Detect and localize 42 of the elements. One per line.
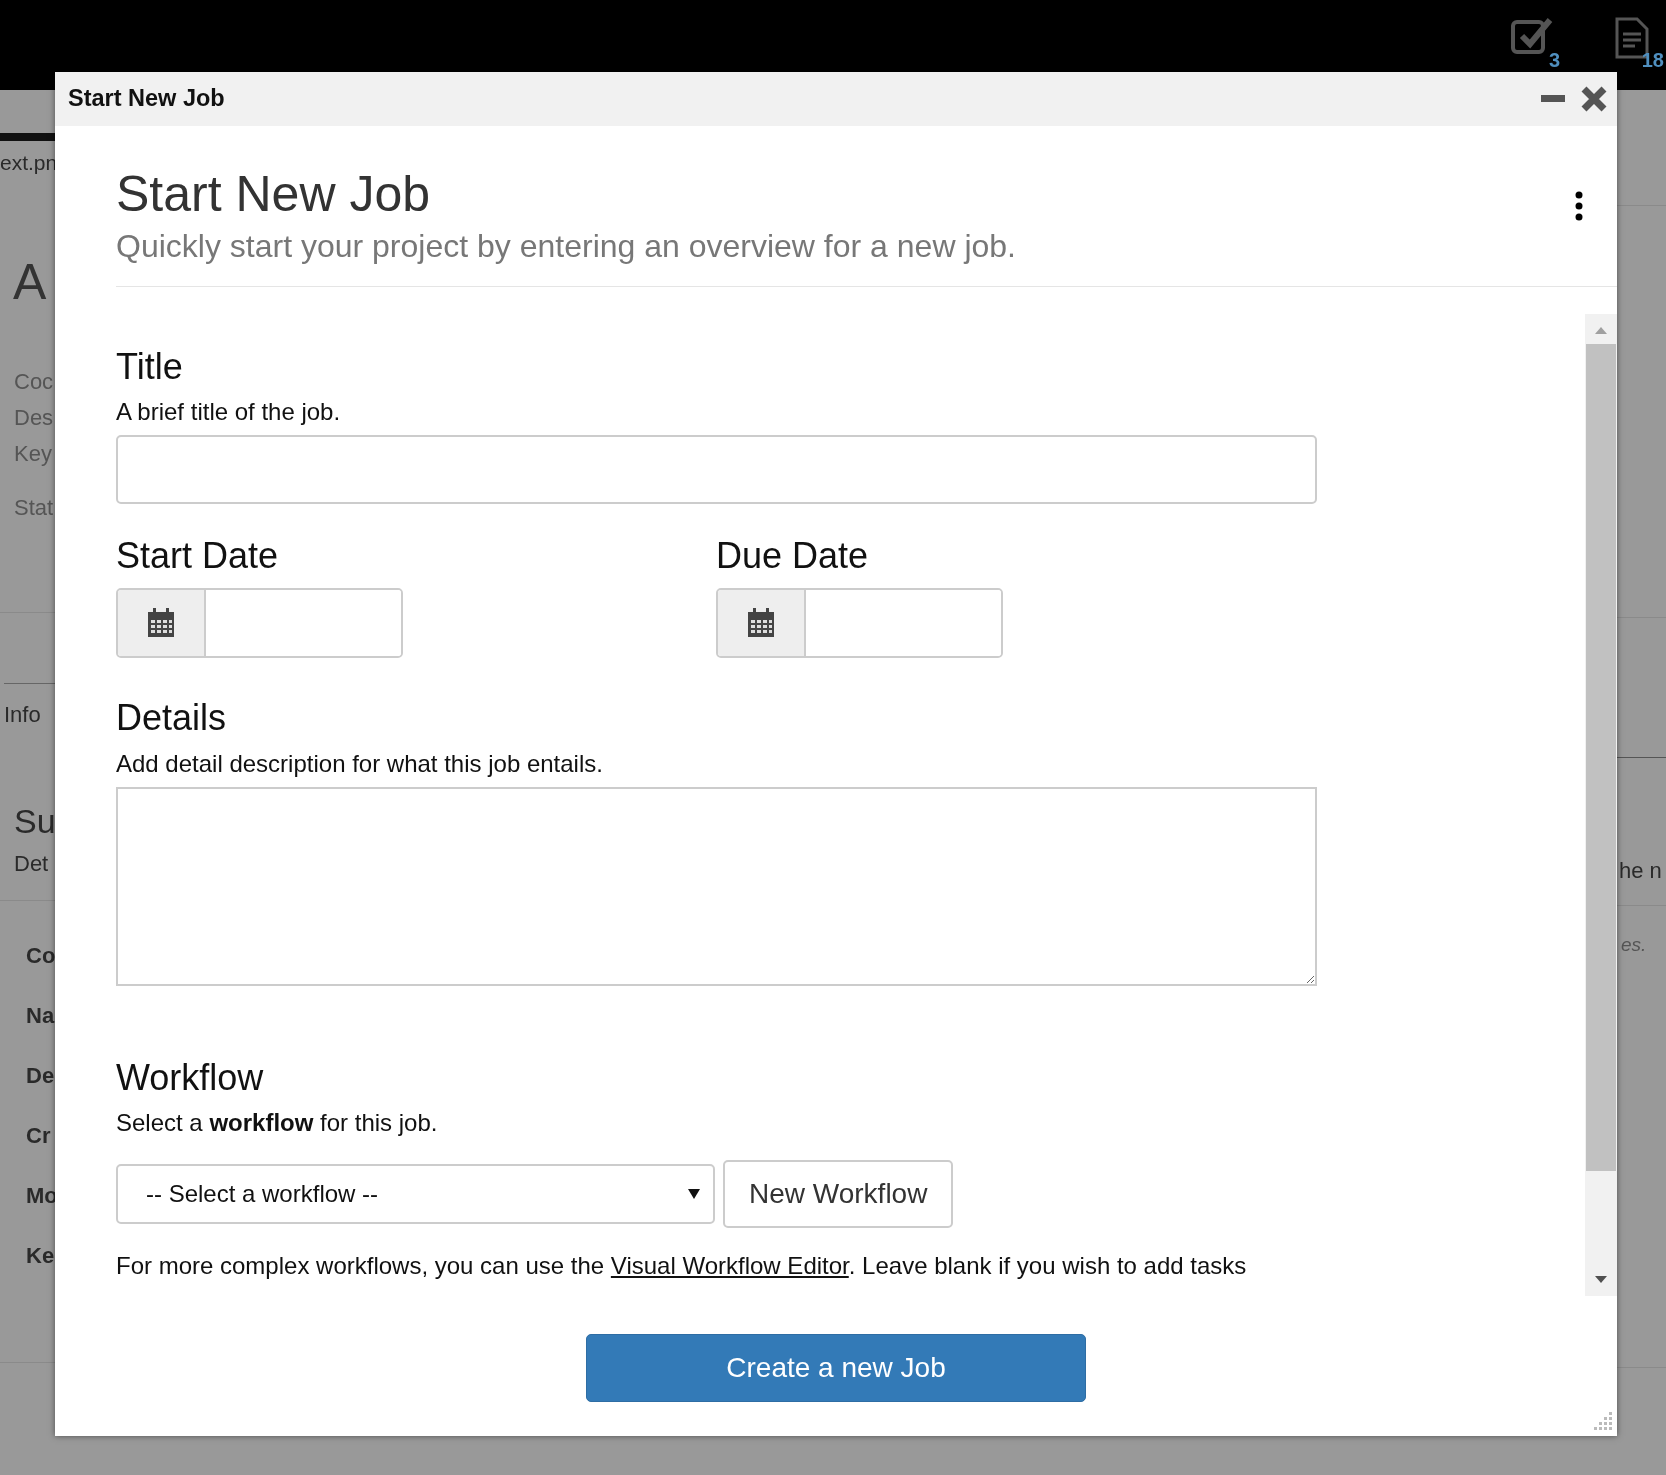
- page-heading: A: [13, 253, 48, 312]
- count-label: 3: [1548, 50, 1560, 70]
- close-button[interactable]: [1581, 86, 1607, 112]
- link[interactable]: Visual Workflow Editor: [610, 1251, 849, 1279]
- field-label: Cr: [26, 1122, 52, 1150]
- minimize-button[interactable]: [1541, 95, 1565, 103]
- field-label: Na: [26, 1002, 55, 1030]
- caret-icon: [687, 1187, 701, 1200]
- field-label: Details: [116, 696, 228, 740]
- new-workflow-button[interactable]: New Workflow: [723, 1159, 954, 1228]
- help-text: A brief title of the job.: [116, 397, 342, 428]
- hint-text: es.: [1621, 933, 1648, 957]
- field-label: De: [26, 1062, 55, 1090]
- info-label: Des: [14, 404, 55, 432]
- field-label: Co: [26, 942, 55, 970]
- section-text: Det: [14, 850, 50, 878]
- info-label: Coc: [14, 368, 55, 396]
- dialog-heading: Start New Job: [116, 167, 431, 222]
- calendar-icon[interactable]: [147, 608, 175, 639]
- section-heading: Su: [14, 801, 55, 842]
- help-text: Add detail description for what this job entails.: [116, 748, 604, 779]
- field-label: Ke: [26, 1242, 55, 1270]
- section-text: he n: [1619, 857, 1663, 885]
- create-job-button[interactable]: Create a new Job: [586, 1334, 1086, 1402]
- info-label: Stat: [14, 494, 55, 522]
- help-text: Select a workflow for this job.: [116, 1107, 439, 1138]
- window-title: Start New Job: [68, 84, 225, 114]
- workflow-select[interactable]: -- Select a workflow --: [116, 1163, 715, 1224]
- date-field[interactable]: [116, 588, 403, 659]
- field-label: Due Date: [716, 534, 870, 578]
- more-options-button[interactable]: [1575, 191, 1583, 221]
- calendar-icon[interactable]: [747, 608, 775, 639]
- field-label: Workflow: [116, 1055, 265, 1099]
- title-input[interactable]: [116, 435, 1317, 505]
- dialog-subtitle: Quickly start your project by entering an overview for a new job.: [116, 227, 1016, 266]
- date-field[interactable]: [716, 588, 1003, 659]
- count-label: 18: [1641, 50, 1664, 70]
- scrollbar[interactable]: [1585, 314, 1617, 1296]
- field-label: Title: [116, 345, 184, 389]
- note-text: For more complex workflows, you can use the Visual Workflow Editor. Leave blank if you wish to add tasks: [116, 1250, 1248, 1281]
- field-label: Start Date: [116, 534, 280, 578]
- info-label: Key: [14, 440, 53, 468]
